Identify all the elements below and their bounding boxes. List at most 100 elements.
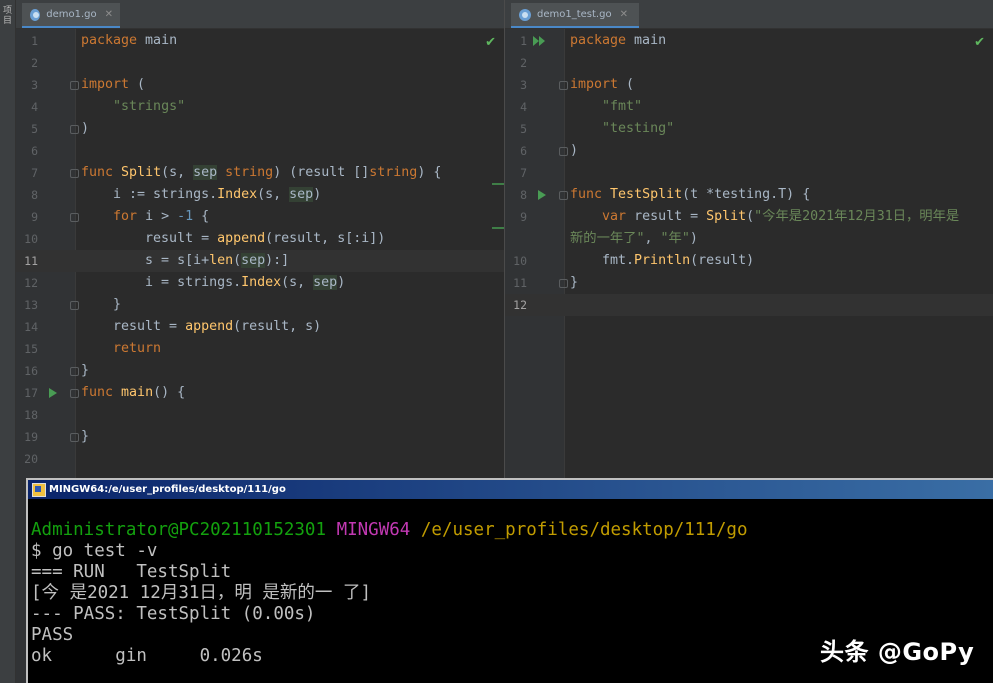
fold-marker-icon[interactable] [70,301,79,310]
code-text: package main [81,33,178,48]
code-line[interactable]: 1 package main [505,30,993,52]
code-line[interactable]: 8 func TestSplit(t *testing.T) { [505,184,993,206]
code-line[interactable]: 13 } [16,294,504,316]
inspection-ok-icon[interactable]: ✔ [974,35,985,50]
terminal-run-line: === RUN TestSplit [31,562,232,582]
terminal-output[interactable]: Administrator@PC202110152301 MINGW64 /e/… [31,520,748,667]
inspection-ok-icon[interactable]: ✔ [485,35,496,50]
code-line[interactable]: 9 var result = Split("今年是2021年12月31日，明年是 [505,206,993,228]
code-line[interactable]: 新的一年了", "年") [505,228,993,250]
code-text: "testing" [602,121,675,136]
code-line[interactable]: 10 fmt.Println(result) [505,250,993,272]
code-line[interactable]: 10 result = append(result, s[:i]) [16,227,504,250]
code-line[interactable]: 15 return [16,338,504,360]
go-file-icon [519,8,531,21]
line-number: 13 [24,298,38,312]
code-text: package main [570,33,667,48]
code-line[interactable]: 5) [16,118,504,140]
code-line[interactable]: 14 result = append(result, s) [16,316,504,338]
code-text: var result = Split("今年是2021年12月31日，明年是 [602,209,960,224]
close-icon[interactable]: ✕ [105,9,113,20]
line-number: 15 [24,342,38,356]
code-line[interactable]: 4 "fmt" [505,96,993,118]
terminal-title-bar[interactable]: MINGW64:/e/user_profiles/desktop/111/go [28,480,993,499]
code-line[interactable]: 7 func Split(s, sep string) (result []str… [16,162,504,184]
line-number: 17 [24,386,38,400]
code-line[interactable]: 3 import ( [16,74,504,96]
run-gutter-icon[interactable] [49,388,57,398]
fold-marker-icon[interactable] [559,191,568,200]
change-marker [492,227,504,229]
fold-marker-icon[interactable] [70,81,79,90]
line-number: 3 [520,78,527,92]
line-number: 20 [24,452,38,466]
right-tab-bar: demo1_test.go ✕ [505,0,993,29]
line-number: 14 [24,320,38,334]
tab-demo1-test-go[interactable]: demo1_test.go ✕ [511,3,639,28]
tab-demo1-go[interactable]: demo1.go ✕ [22,3,120,28]
terminal-result-line: [今 是2021 12月31日，明 是新的一 了] [31,583,372,603]
fold-marker-icon[interactable] [70,367,79,376]
line-number: 8 [31,188,38,202]
code-line[interactable]: 17 func main() { [16,382,504,404]
code-line[interactable]: 6 [16,140,504,162]
fold-marker-icon[interactable] [70,169,79,178]
fold-marker-icon[interactable] [70,125,79,134]
line-number: 3 [31,78,38,92]
line-number: 18 [24,408,38,422]
line-number: 5 [31,122,38,136]
code-text: result = append(result, s) [81,319,322,334]
line-number: 10 [513,254,527,268]
line-number: 2 [31,56,38,70]
code-text: s = s[i+len(sep):] [81,253,290,268]
line-number: 4 [520,100,527,114]
code-line[interactable]: 9 for i > -1 { [16,206,504,228]
line-number: 19 [24,430,38,444]
code-line[interactable]: 19} [16,426,504,448]
code-text: } [81,429,90,444]
fold-marker-icon[interactable] [70,389,79,398]
code-line[interactable]: 11 s = s[i+len(sep):] [16,250,504,272]
line-number: 10 [24,232,38,246]
left-tool-strip: 项目 [0,0,16,683]
terminal-command: $ go test -v [31,541,158,561]
code-text: "fmt" [602,99,643,114]
code-line[interactable]: 6) [505,140,993,162]
code-line[interactable]: 5 "testing" [505,118,993,140]
fold-marker-icon[interactable] [70,433,79,442]
code-line[interactable]: 12 i = strings.Index(s, sep) [16,272,504,294]
fold-marker-icon[interactable] [70,213,79,222]
code-line[interactable]: 18 [16,404,504,426]
code-line[interactable]: 12 [505,294,993,316]
code-text: fmt.Println(result) [570,253,755,268]
code-text: i = strings.Index(s, sep) [81,275,346,290]
prompt-path: /e/user_profiles/desktop/111/go [420,520,748,540]
close-icon[interactable]: ✕ [620,9,628,20]
line-number: 11 [24,254,38,268]
code-line[interactable]: 7 [505,162,993,184]
code-line[interactable]: 20 [16,448,504,470]
code-line[interactable]: 1 package main [16,30,504,52]
change-marker [492,183,504,185]
code-text: 新的一年了", "年") [570,231,698,246]
code-line[interactable]: 4 "strings" [16,96,504,118]
terminal-ok-line: ok gin 0.026s [31,646,263,666]
code-line[interactable]: 2 [16,52,504,74]
fold-marker-icon[interactable] [559,279,568,288]
fold-marker-icon[interactable] [559,81,568,90]
run-gutter-icon[interactable] [538,190,546,200]
code-line[interactable]: 16} [16,360,504,382]
code-line[interactable]: 8 i := strings.Index(s, sep) [16,183,504,206]
line-number: 6 [31,144,38,158]
line-number: 1 [31,34,38,48]
line-number: 12 [24,276,38,290]
tab-label: demo1_test.go [537,9,612,20]
run-all-tests-icon[interactable] [533,36,547,46]
code-line[interactable]: 2 [505,52,993,74]
code-line[interactable]: 3 import ( [505,74,993,96]
project-tool-tab[interactable]: 项目 [1,6,14,44]
terminal-app-icon [32,482,46,497]
code-text: "strings" [113,99,186,114]
fold-marker-icon[interactable] [559,147,568,156]
code-line[interactable]: 11} [505,272,993,294]
